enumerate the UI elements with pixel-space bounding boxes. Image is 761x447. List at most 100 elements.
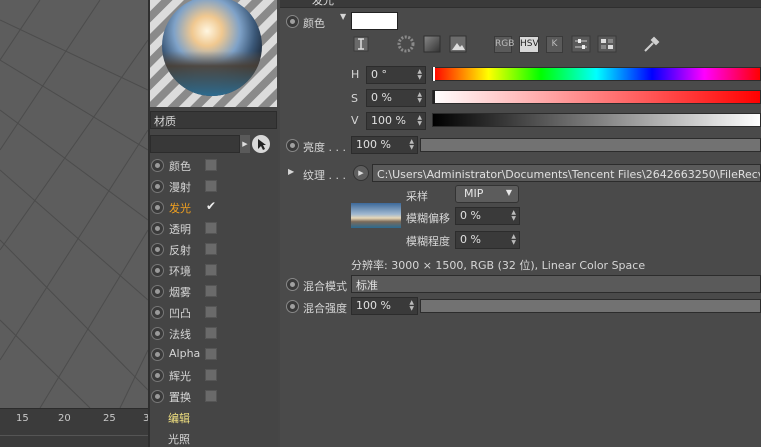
channel-row[interactable]: 漫射 bbox=[150, 176, 277, 197]
caret-down-icon[interactable]: ▼ bbox=[340, 12, 346, 21]
swatches-icon[interactable] bbox=[597, 35, 617, 53]
channel-row[interactable]: 法线 bbox=[150, 323, 277, 344]
channel-checkbox[interactable] bbox=[205, 222, 217, 234]
blend-mode-animate-radio[interactable] bbox=[286, 278, 299, 291]
channel-label[interactable]: Alpha bbox=[169, 347, 200, 360]
expand-arrow-icon[interactable]: ▶ bbox=[288, 167, 294, 176]
blend-strength-input[interactable]: 100 % ▲ ▼ bbox=[351, 297, 418, 315]
mode-hsv-button[interactable]: HSV bbox=[519, 36, 539, 53]
channel-checkbox[interactable] bbox=[205, 348, 217, 360]
channel-animate-radio[interactable] bbox=[151, 369, 164, 382]
cursor-pick-icon[interactable] bbox=[252, 135, 270, 153]
spinner-arrows-icon[interactable]: ▲ ▼ bbox=[511, 234, 516, 246]
channel-row[interactable]: 反射 bbox=[150, 239, 277, 260]
channel-row[interactable]: 发光 ✔ bbox=[150, 197, 277, 218]
value-value: 100 % bbox=[371, 114, 406, 127]
material-preview[interactable] bbox=[150, 0, 277, 107]
brightness-label: 亮度 . . . bbox=[303, 141, 346, 154]
hue-gradient-slider[interactable] bbox=[432, 67, 761, 81]
image-picker-icon[interactable] bbox=[448, 35, 468, 53]
texture-thumbnail[interactable] bbox=[351, 203, 401, 228]
spinner-arrows-icon[interactable]: ▲ ▼ bbox=[511, 210, 516, 222]
channel-lighting[interactable]: 光照 bbox=[168, 431, 190, 447]
color-spectrum-icon[interactable] bbox=[422, 35, 442, 53]
channel-checkbox[interactable] bbox=[205, 159, 217, 171]
channel-row[interactable]: 辉光 bbox=[150, 365, 277, 386]
brightness-slider[interactable] bbox=[420, 138, 761, 152]
channel-row[interactable]: 置换 bbox=[150, 386, 277, 407]
channel-checkbox[interactable] bbox=[205, 306, 217, 318]
channel-animate-radio[interactable] bbox=[151, 243, 164, 256]
channel-animate-radio[interactable] bbox=[151, 348, 164, 361]
mode-rgb-button[interactable]: RGB bbox=[494, 36, 514, 53]
channel-label[interactable]: 透明 bbox=[169, 221, 191, 237]
spinner-arrows-icon[interactable]: ▲ ▼ bbox=[417, 92, 422, 104]
channel-label[interactable]: 环境 bbox=[169, 263, 191, 279]
channel-animate-radio[interactable] bbox=[151, 327, 164, 340]
channel-label[interactable]: 发光 bbox=[169, 200, 191, 216]
color-wheel-icon[interactable] bbox=[396, 35, 416, 53]
material-selector-field[interactable] bbox=[150, 135, 240, 153]
channel-label[interactable]: 置换 bbox=[169, 389, 191, 405]
blend-strength-slider[interactable] bbox=[420, 299, 761, 313]
channel-row[interactable]: 环境 bbox=[150, 260, 277, 281]
channel-checkbox[interactable]: ✔ bbox=[205, 200, 217, 213]
channel-row[interactable]: 颜色 bbox=[150, 155, 277, 176]
channel-label[interactable]: 凹凸 bbox=[169, 305, 191, 321]
channel-checkbox[interactable] bbox=[205, 243, 217, 255]
channel-animate-radio[interactable] bbox=[151, 180, 164, 193]
spinner-arrows-icon[interactable]: ▲ ▼ bbox=[409, 300, 414, 312]
spinner-arrows-icon[interactable]: ▲ ▼ bbox=[409, 139, 414, 151]
channel-label[interactable]: 漫射 bbox=[169, 179, 191, 195]
blend-mode-dropdown[interactable]: 标准 bbox=[351, 275, 761, 293]
material-name-field[interactable]: 材质 bbox=[150, 111, 277, 129]
channel-checkbox[interactable] bbox=[205, 327, 217, 339]
channel-label[interactable]: 烟雾 bbox=[169, 284, 191, 300]
saturation-gradient-slider[interactable] bbox=[432, 90, 761, 104]
channel-animate-radio[interactable] bbox=[151, 264, 164, 277]
eyedropper-icon[interactable] bbox=[641, 34, 661, 52]
blend-strength-animate-radio[interactable] bbox=[286, 300, 299, 313]
channel-row[interactable]: 烟雾 bbox=[150, 281, 277, 302]
channel-edit[interactable]: 编辑 bbox=[168, 410, 190, 426]
viewport[interactable] bbox=[0, 0, 148, 447]
channel-label[interactable]: 颜色 bbox=[169, 158, 191, 174]
channel-checkbox[interactable] bbox=[205, 180, 217, 192]
timeline-ruler[interactable]: 15 20 25 3 bbox=[0, 408, 149, 447]
channel-animate-radio[interactable] bbox=[151, 222, 164, 235]
spinner-arrows-icon[interactable]: ▲ ▼ bbox=[417, 69, 422, 81]
channel-checkbox[interactable] bbox=[205, 390, 217, 402]
hue-input[interactable]: 0 ° ▲ ▼ bbox=[366, 66, 426, 84]
triangle-right-icon[interactable]: ▶ bbox=[240, 135, 250, 153]
saturation-input[interactable]: 0 % ▲ ▼ bbox=[366, 89, 426, 107]
sampling-dropdown[interactable]: MIP ▼ bbox=[455, 185, 519, 203]
brightness-input[interactable]: 100 % ▲ ▼ bbox=[351, 136, 418, 154]
eyedropper-range-icon[interactable] bbox=[351, 35, 371, 53]
channel-animate-radio[interactable] bbox=[151, 306, 164, 319]
color-animate-radio[interactable] bbox=[286, 15, 299, 28]
channel-animate-radio[interactable] bbox=[151, 390, 164, 403]
texture-path-field[interactable]: C:\Users\Administrator\Documents\Tencent… bbox=[372, 164, 761, 182]
brightness-animate-radio[interactable] bbox=[286, 139, 299, 152]
channel-label[interactable]: 辉光 bbox=[169, 368, 191, 384]
blur-scale-input[interactable]: 0 % ▲ ▼ bbox=[455, 231, 520, 249]
channel-animate-radio[interactable] bbox=[151, 201, 164, 214]
value-gradient-slider[interactable] bbox=[432, 113, 761, 127]
blur-offset-input[interactable]: 0 % ▲ ▼ bbox=[455, 207, 520, 225]
channel-row[interactable]: 透明 bbox=[150, 218, 277, 239]
channel-row[interactable]: 凹凸 bbox=[150, 302, 277, 323]
mode-kelvin-button[interactable]: K bbox=[546, 36, 563, 53]
channel-label[interactable]: 反射 bbox=[169, 242, 191, 258]
color-swatch[interactable] bbox=[351, 12, 398, 30]
channel-animate-radio[interactable] bbox=[151, 159, 164, 172]
channel-checkbox[interactable] bbox=[205, 264, 217, 276]
texture-menu-arrow-icon[interactable]: ▶ bbox=[353, 165, 369, 181]
channel-checkbox[interactable] bbox=[205, 285, 217, 297]
channel-label[interactable]: 法线 bbox=[169, 326, 191, 342]
sliders-icon[interactable] bbox=[571, 35, 591, 53]
channel-animate-radio[interactable] bbox=[151, 285, 164, 298]
channel-checkbox[interactable] bbox=[205, 369, 217, 381]
value-input[interactable]: 100 % ▲ ▼ bbox=[366, 112, 426, 130]
channel-row[interactable]: Alpha bbox=[150, 344, 277, 365]
spinner-arrows-icon[interactable]: ▲ ▼ bbox=[417, 115, 422, 127]
